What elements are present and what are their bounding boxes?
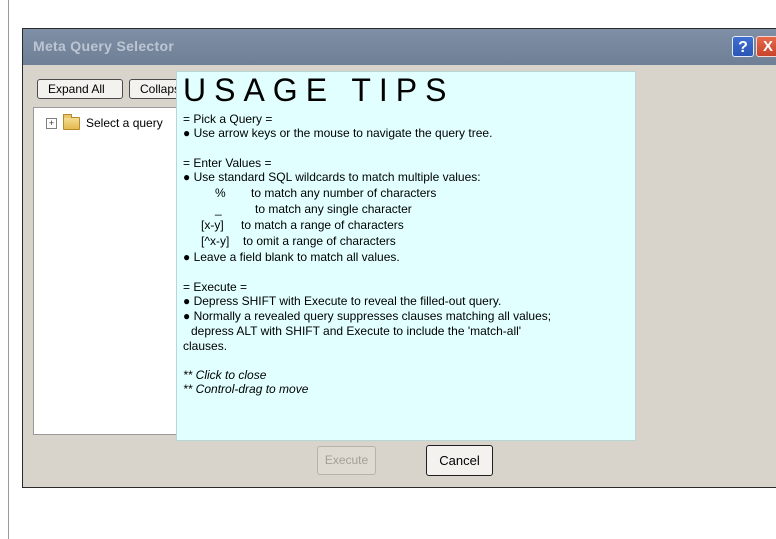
enter-values-header: = Enter Values =: [183, 156, 272, 170]
execute-button[interactable]: Execute: [317, 446, 376, 475]
title-bar[interactable]: Meta Query Selector ? X: [23, 29, 776, 65]
wildcard-symbol: %: [215, 186, 226, 200]
folder-icon: [63, 114, 80, 131]
blank-field-tip: ● Leave a field blank to match all value…: [183, 250, 400, 264]
tree-node-root[interactable]: + Select a query: [46, 114, 163, 132]
revealed-query-tip-cont: depress ALT with SHIFT and Execute to in…: [191, 324, 522, 338]
wildcard-description: to match any single character: [255, 202, 412, 216]
expand-icon[interactable]: +: [46, 118, 57, 130]
wildcards-tip: ● Use standard SQL wildcards to match mu…: [183, 170, 481, 184]
shift-execute-tip: ● Depress SHIFT with Execute to reveal t…: [183, 294, 502, 308]
revealed-query-tip-end: clauses.: [183, 339, 228, 353]
wildcard-symbol: [x-y]: [201, 218, 224, 232]
revealed-query-tip: ● Normally a revealed query suppresses c…: [183, 309, 552, 323]
execute-header: = Execute =: [183, 280, 248, 294]
window-title: Meta Query Selector: [33, 38, 175, 54]
close-button[interactable]: X: [756, 36, 776, 57]
wildcard-description: to omit a range of characters: [243, 234, 396, 248]
expand-all-button[interactable]: Expand All: [37, 79, 123, 99]
tree-node-label: Select a query: [86, 116, 163, 130]
wildcard-symbol: [^x-y]: [201, 234, 230, 248]
pick-query-tip: ● Use arrow keys or the mouse to navigat…: [183, 126, 493, 140]
wildcard-symbol: _: [215, 202, 222, 216]
wildcard-description: to match any number of characters: [251, 186, 437, 200]
usage-tips-popup[interactable]: USAGE TIPS = Pick a Query = ● Use arrow …: [176, 71, 636, 441]
help-button[interactable]: ?: [732, 36, 754, 57]
control-drag-note: ** Control-drag to move: [183, 382, 309, 396]
wildcard-description: to match a range of characters: [241, 218, 404, 232]
click-to-close-note: ** Click to close: [183, 368, 267, 382]
pick-query-header: = Pick a Query =: [183, 112, 273, 126]
cancel-button[interactable]: Cancel: [426, 445, 493, 476]
query-tree[interactable]: + Select a query: [33, 107, 191, 435]
tips-title: USAGE TIPS: [183, 72, 455, 108]
